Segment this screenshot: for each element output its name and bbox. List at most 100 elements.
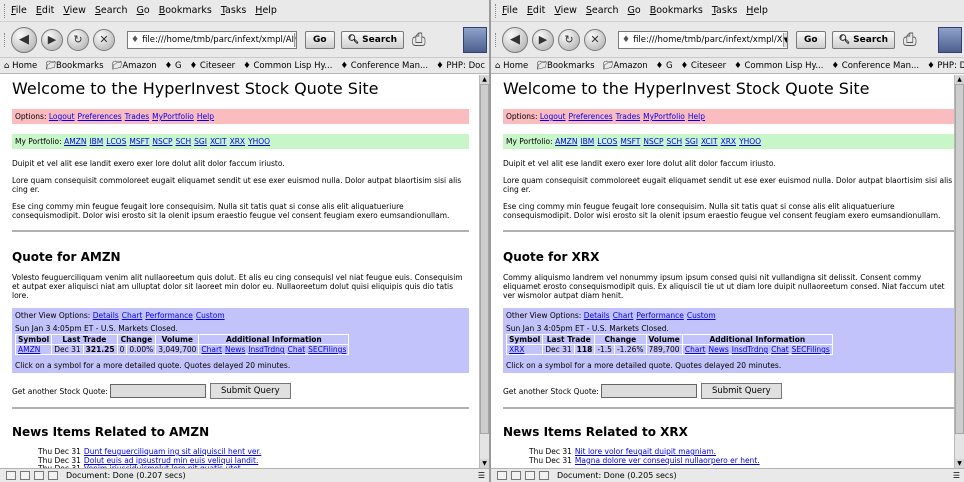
bookmark-citeseer[interactable]: ♦ Citeseer — [190, 61, 236, 71]
menu-view[interactable]: View — [63, 5, 86, 16]
url-field[interactable]: ♦ file:///home/tmb/parc/infext/xmpl/AI ▼ — [127, 30, 297, 49]
bookmark-common-lisp[interactable]: ♦ Common Lisp Hy... — [243, 61, 332, 71]
link-help[interactable]: Help — [197, 112, 214, 121]
portfolio-link[interactable]: IBM — [580, 137, 594, 146]
link-details[interactable]: Details — [584, 311, 610, 320]
submit-query-button[interactable]: Submit Query — [209, 383, 291, 399]
portfolio-link[interactable]: LCOS — [597, 137, 617, 146]
link-info-chat[interactable]: Chat — [288, 345, 306, 354]
bookmark-g[interactable]: ♦ G — [656, 61, 673, 71]
bookmark-bookmarks[interactable]: 📁︎Bookmarks — [536, 61, 594, 71]
link-info-insdtrdng[interactable]: InsdTrdng — [732, 345, 768, 354]
bookmark-home[interactable]: ⌂ Home — [495, 61, 528, 71]
menu-tasks[interactable]: Tasks — [712, 5, 737, 16]
news-link[interactable]: Nit lore volor feugait duipit magniam. — [575, 447, 716, 456]
bookmark-bookmarks[interactable]: 📁︎Bookmarks — [45, 61, 103, 71]
submit-query-button[interactable]: Submit Query — [700, 383, 782, 399]
stop-icon[interactable]: ✕ — [584, 28, 606, 51]
news-link[interactable]: Dunt feuguerciliquam ing sit aliquiscil … — [84, 447, 261, 456]
portfolio-link[interactable]: YHOO — [739, 137, 761, 146]
news-link[interactable]: Magna dolore ver consequisl nullaorpero … — [575, 456, 760, 465]
link-details[interactable]: Details — [93, 311, 119, 320]
link-info-news[interactable]: News — [225, 345, 245, 354]
reload-icon[interactable]: ↻ — [67, 28, 89, 51]
addressbook-icon[interactable] — [539, 471, 549, 480]
portfolio-link[interactable]: NSCP — [152, 137, 172, 146]
link-preferences[interactable]: Preferences — [78, 112, 122, 121]
link-trades[interactable]: Trades — [125, 112, 149, 121]
link-chart[interactable]: Chart — [613, 311, 634, 320]
portfolio-link[interactable]: MSFT — [129, 137, 149, 146]
portfolio-link[interactable]: AMZN — [555, 137, 577, 146]
vertical-scrollbar[interactable]: ▲ ▼ — [954, 75, 964, 468]
scroll-thumb[interactable] — [955, 84, 964, 434]
url-dropdown-icon[interactable]: ▼ — [294, 32, 296, 47]
forward-arrow-icon[interactable]: ▶ — [41, 28, 63, 51]
go-button[interactable]: Go — [305, 30, 335, 49]
url-dropdown-icon[interactable]: ▼ — [782, 32, 787, 47]
navigator-icon[interactable] — [6, 471, 16, 480]
bookmark-home[interactable]: ⌂ Home — [4, 61, 37, 71]
bookmark-php[interactable]: ♦ PHP: Doc — [436, 61, 485, 71]
menu-edit[interactable]: Edit — [527, 5, 545, 16]
portfolio-link[interactable]: MSFT — [620, 137, 640, 146]
url-field[interactable]: ♦ file:///home/tmb/parc/infext/xmpl/X ▼ — [618, 30, 788, 49]
go-button[interactable]: Go — [796, 30, 826, 49]
link-myportfolio[interactable]: MyPortfolio — [152, 112, 194, 121]
portfolio-link[interactable]: SCH — [667, 137, 683, 146]
scroll-down-arrow-icon[interactable]: ▼ — [955, 459, 964, 468]
menu-go[interactable]: Go — [628, 5, 641, 16]
link-logout[interactable]: Logout — [540, 112, 566, 121]
link-performance[interactable]: Performance — [636, 311, 684, 320]
reload-icon[interactable]: ↻ — [558, 28, 580, 51]
portfolio-link[interactable]: XCIT — [210, 137, 227, 146]
vertical-scrollbar[interactable]: ▲ ▼ — [479, 75, 489, 468]
navigator-icon[interactable] — [497, 471, 507, 480]
menu-search[interactable]: Search — [586, 5, 619, 16]
print-icon[interactable]: ⎙ — [903, 30, 917, 50]
menu-tasks[interactable]: Tasks — [221, 5, 246, 16]
menu-edit[interactable]: Edit — [36, 5, 54, 16]
search-button[interactable]: 🔍︎ Search — [831, 30, 895, 49]
menu-go[interactable]: Go — [137, 5, 150, 16]
portfolio-link[interactable]: AMZN — [64, 137, 86, 146]
composer-icon[interactable] — [525, 471, 535, 480]
portfolio-link[interactable]: SGI — [194, 137, 207, 146]
symbol-link[interactable]: AMZN — [18, 345, 40, 354]
scroll-down-arrow-icon[interactable]: ▼ — [480, 459, 489, 468]
link-info-chat[interactable]: Chat — [771, 345, 789, 354]
link-myportfolio[interactable]: MyPortfolio — [643, 112, 685, 121]
portfolio-link[interactable]: NSCP — [643, 137, 663, 146]
portfolio-link[interactable]: XCIT — [701, 137, 718, 146]
menu-search[interactable]: Search — [95, 5, 128, 16]
scroll-up-arrow-icon[interactable]: ▲ — [480, 75, 489, 84]
scroll-thumb[interactable] — [480, 84, 489, 434]
portfolio-link[interactable]: XRX — [721, 137, 737, 146]
link-custom[interactable]: Custom — [687, 311, 716, 320]
portfolio-link[interactable]: SGI — [685, 137, 698, 146]
stop-icon[interactable]: ✕ — [93, 28, 115, 51]
link-info-secfilings[interactable]: SECFilings — [308, 345, 346, 354]
back-arrow-icon[interactable]: ◀ — [11, 26, 37, 53]
link-info-chart[interactable]: Chart — [201, 345, 222, 354]
menu-help[interactable]: Help — [255, 5, 277, 16]
bookmark-citeseer[interactable]: ♦ Citeseer — [681, 61, 727, 71]
link-preferences[interactable]: Preferences — [569, 112, 613, 121]
symbol-link[interactable]: XRX — [509, 345, 525, 354]
mail-icon[interactable] — [511, 471, 521, 480]
composer-icon[interactable] — [34, 471, 44, 480]
bookmark-conference[interactable]: ♦ Conference Man... — [340, 61, 428, 71]
portfolio-link[interactable]: SCH — [176, 137, 192, 146]
menu-bookmarks[interactable]: Bookmarks — [650, 5, 703, 16]
link-info-secfilings[interactable]: SECFilings — [792, 345, 830, 354]
portfolio-link[interactable]: YHOO — [248, 137, 270, 146]
link-info-insdtrdng[interactable]: InsdTrdng — [248, 345, 284, 354]
bookmark-g[interactable]: ♦ G — [165, 61, 182, 71]
link-logout[interactable]: Logout — [49, 112, 75, 121]
link-performance[interactable]: Performance — [145, 311, 193, 320]
menu-view[interactable]: View — [554, 5, 577, 16]
menu-help[interactable]: Help — [746, 5, 768, 16]
portfolio-link[interactable]: XRX — [230, 137, 246, 146]
link-trades[interactable]: Trades — [616, 112, 640, 121]
forward-arrow-icon[interactable]: ▶ — [532, 28, 554, 51]
